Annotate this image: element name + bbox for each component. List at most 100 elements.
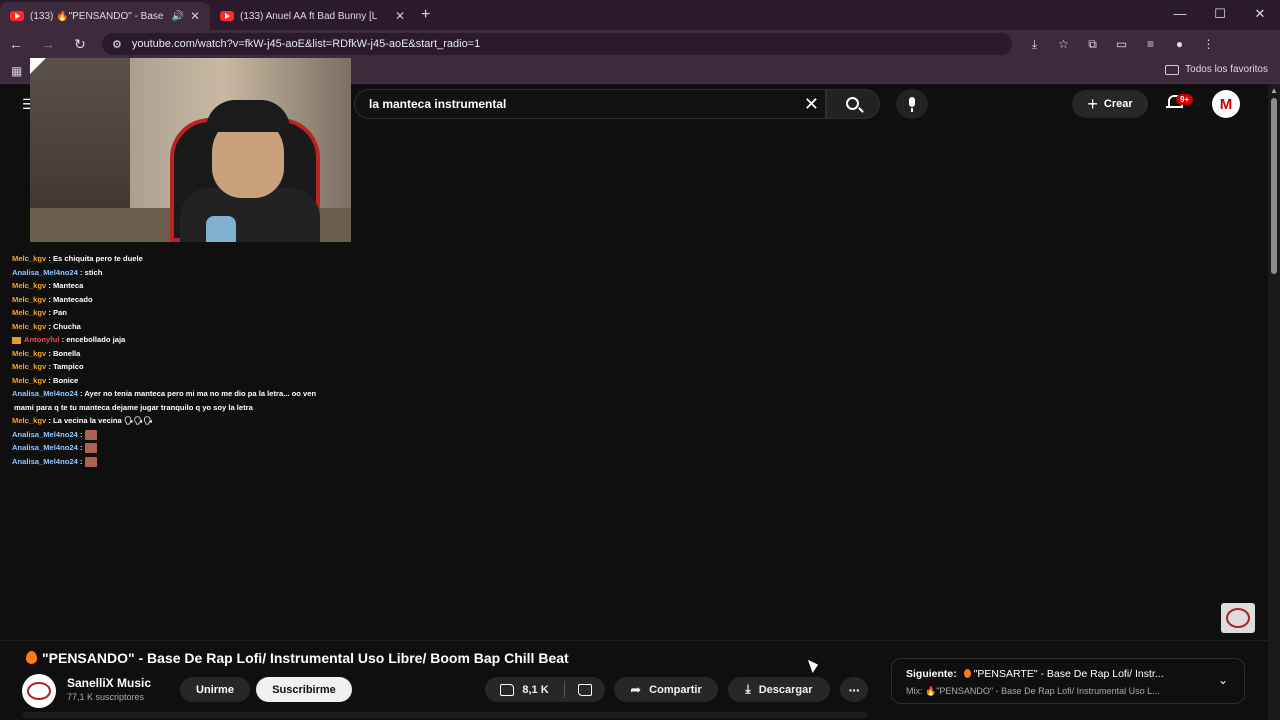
close-window-icon[interactable]: ✕ [1240,0,1280,28]
up-next-line: Siguiente: "PENSARTE" - Base De Rap Lofi… [906,668,1196,680]
extensions-icon[interactable]: ⧉ [1078,37,1107,52]
chat-message: Melc_kgv : Pan [12,306,372,320]
microphone-icon [909,97,915,112]
chat-username: Analisa_Mel4no24 [12,267,78,277]
up-next-panel[interactable]: Siguiente: "PENSARTE" - Base De Rap Lofi… [891,658,1245,704]
up-next-label: Siguiente: [906,668,957,680]
url-text: youtube.com/watch?v=fkW-j45-aoE&list=RDf… [131,38,481,50]
chat-message: Melc_kgv : Bonella [12,347,372,361]
chat-text: : encebollado jaja [61,335,126,344]
chat-message: Analisa_Mel4no24 : [12,441,372,455]
channel-name[interactable]: SanelliX Music [67,676,151,690]
reload-icon[interactable]: ↻ [64,36,96,53]
chat-text-continuation: mami para q te tu manteca dejame jugar t… [14,402,253,412]
scroll-up-icon[interactable]: ▲ [1270,86,1278,95]
channel-watermark[interactable] [1221,603,1255,633]
site-info-icon[interactable]: ⚙ [112,38,122,51]
browser-menu-icon[interactable]: ⋮ [1194,37,1223,52]
chat-message: Melc_kgv : Tampico [12,360,372,374]
stream-chat: Melc_kgv : Es chiquita pero te duele Ana… [12,252,372,468]
chat-username: Melc_kgv [12,321,47,331]
chat-text: : [79,456,83,466]
close-tab-icon[interactable]: ✕ [190,9,200,23]
chat-username: Analisa_Mel4no24 [12,456,78,466]
chat-text: : [79,443,83,452]
download-button[interactable]: ⤓ Descargar [728,677,830,702]
chat-text: : Bonella [48,348,81,358]
search-button[interactable] [826,89,880,119]
chat-message: Analisa_Mel4no24 : stich [12,266,372,280]
webcam-microphone [206,216,236,242]
bookmark-star-icon[interactable]: ☆ [1049,37,1078,52]
subscribe-button[interactable]: Suscribirme [256,677,352,702]
all-bookmarks[interactable]: Todos los favoritos [1165,64,1268,75]
back-icon[interactable]: ← [0,36,32,52]
mouse-cursor-icon [807,657,821,673]
dislike-button[interactable] [565,683,605,696]
channel-avatar[interactable] [22,674,56,708]
account-avatar[interactable]: M [1212,90,1240,118]
all-bookmarks-label: Todos los favoritos [1185,64,1268,75]
webcam-person-cap [206,100,290,132]
search-input[interactable]: la manteca instrumental [369,97,506,111]
minimize-icon[interactable]: — [1160,0,1200,28]
split-view-icon[interactable]: ▭ [1107,37,1136,52]
chat-text: : Pan [48,308,67,317]
forward-icon[interactable]: → [32,36,64,52]
chat-text: : La vecina la vecina 🗣🗣🗣 [48,416,153,425]
chat-username: Melc_kgv [12,294,47,304]
player-divider [0,640,1268,641]
tab-title: (133) 🔥"PENSANDO" - Base [30,10,164,22]
chat-message: Analisa_Mel4no24 : Ayer no tenia manteca… [12,387,372,414]
chat-badge-icon [12,336,21,344]
chat-username: Melc_kgv [12,281,47,290]
scrollbar-thumb[interactable] [1271,98,1277,274]
chat-text: : Ayer no tenia manteca pero mi ma no me… [79,389,317,398]
search-icon [846,97,859,110]
video-title: "PENSANDO" - Base De Rap Lofi/ Instrumen… [26,650,569,666]
chat-text: : Bonice [48,375,79,385]
chat-message: Melc_kgv : Mantecado [12,293,372,307]
new-tab-icon[interactable]: + [421,6,430,24]
join-button[interactable]: Unirme [180,677,250,702]
search-box[interactable]: la manteca instrumental ✕ [354,89,826,119]
maximize-icon[interactable]: ☐ [1200,0,1240,28]
like-button[interactable]: 8,1 K [485,681,565,698]
up-next-title: "PENSARTE" - Base De Rap Lofi/ Instr... [973,668,1164,680]
chat-message: Analisa_Mel4no24 : [12,428,372,442]
emote-icon [84,429,97,440]
share-button[interactable]: ➦ Compartir [614,677,718,702]
speaker-icon[interactable]: 🔊 [171,11,183,22]
share-arrow-icon: ➦ [630,681,642,697]
apps-grid-icon[interactable]: ▦ [11,64,22,78]
address-bar[interactable]: ⚙ youtube.com/watch?v=fkW-j45-aoE&list=R… [102,33,1012,55]
browser-tab-1[interactable]: (133) 🔥"PENSANDO" - Base 🔊 ✕ [0,2,210,30]
description-box-edge[interactable] [22,712,868,718]
profile-icon[interactable]: ● [1165,37,1194,52]
notifications-badge: 9+ [1176,94,1194,105]
install-app-icon[interactable]: ⤓ [1020,37,1049,52]
browser-tab-2[interactable]: (133) Anuel AA ft Bad Bunny [L ✕ [210,2,415,30]
chat-username: Analisa_Mel4no24 [12,443,78,452]
chat-username: Melc_kgv [12,375,47,385]
more-actions-button[interactable]: ··· [840,677,868,702]
chevron-down-icon[interactable]: ⌄ [1218,673,1228,687]
clear-search-icon[interactable]: ✕ [804,94,819,115]
chat-username: Antonyful [24,335,60,344]
voice-search-button[interactable] [896,89,928,119]
chat-message: Melc_kgv : Bonice [12,374,372,388]
media-control-icon[interactable]: ≡ [1136,37,1165,52]
close-tab-icon[interactable]: ✕ [395,9,405,23]
chat-text: : Chucha [48,321,81,331]
chat-username: Melc_kgv [12,254,47,263]
browser-toolbar: ← → ↻ ⚙ youtube.com/watch?v=fkW-j45-aoE&… [0,30,1280,58]
share-label: Compartir [649,683,702,696]
chat-username: Melc_kgv [12,348,47,358]
create-button[interactable]: + Crear [1072,90,1148,118]
browser-tab-bar: (133) 🔥"PENSANDO" - Base 🔊 ✕ (133) Anuel… [0,0,1280,30]
download-label: Descargar [758,683,813,696]
chat-username: Analisa_Mel4no24 [12,429,78,439]
page-scrollbar[interactable]: ▲ [1268,84,1280,720]
emote-icon [84,456,97,467]
fire-icon [963,669,971,678]
